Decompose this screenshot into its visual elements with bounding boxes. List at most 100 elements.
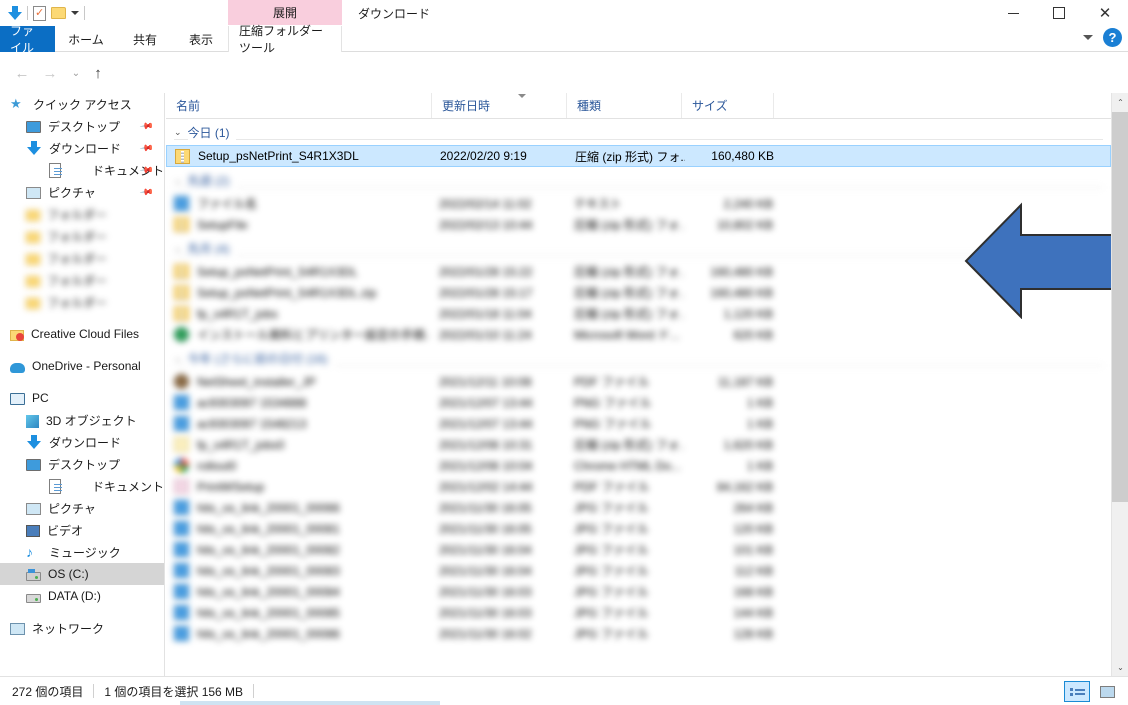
sidebar-item-7[interactable]: フォルダー — [0, 247, 164, 269]
new-folder-icon[interactable] — [51, 7, 66, 19]
minimize-button[interactable] — [990, 0, 1036, 26]
vertical-scrollbar[interactable]: ⌃ ⌄ — [1111, 93, 1128, 676]
table-row[interactable]: rollout0 2021/12/06 10:04 Chrome HTML Do..… — [166, 455, 1111, 476]
sidebar-item-label: 3D オブジェクト — [46, 413, 137, 428]
pin-icon[interactable]: 📌 — [139, 118, 154, 134]
chevron-down-icon[interactable]: ⌄ — [174, 175, 182, 186]
cell-date: 2021/11/30 16:04 — [439, 563, 532, 578]
cell-type: JPG ファイル — [574, 564, 649, 578]
sidebar-item-19[interactable]: ♪ ミュージック — [0, 541, 164, 563]
tab-file[interactable]: ファイル — [0, 24, 55, 55]
table-row[interactable]: hits_os_link_20001_00086 2021/11/30 16:02… — [166, 623, 1111, 644]
chevron-down-icon[interactable]: ⌄ — [174, 127, 182, 138]
tab-share[interactable]: 共有 — [120, 26, 170, 52]
tab-compressed-folder-tools[interactable]: 圧縮フォルダー ツール — [228, 24, 342, 55]
sidebar-item-15[interactable]: デスクトップ — [0, 453, 164, 475]
table-row[interactable]: PrintWSetup 2021/12/02 14:44 PDF ファイル 84,16… — [166, 476, 1111, 497]
sidebar-item-label: デスクトップ — [48, 119, 121, 134]
qat-divider-2 — [84, 6, 85, 20]
table-row[interactable]: hits_os_link_20001_00066 2021/11/30 16:05… — [166, 497, 1111, 518]
chevron-down-icon[interactable] — [1083, 35, 1093, 40]
forward-button[interactable]: → — [38, 61, 62, 85]
blue-icon — [174, 563, 189, 578]
table-row[interactable]: Setup_psNetPrint_S4R1X3DL 2022/02/20 9:19… — [166, 145, 1111, 167]
chevron-down-icon[interactable]: ⌄ — [174, 243, 182, 254]
table-row[interactable]: hits_os_link_20001_00084 2021/11/30 16:03… — [166, 581, 1111, 602]
table-row[interactable]: fp_s4R1T_jobs0 2021/12/06 10:31 圧縮 (zip 形式… — [166, 434, 1111, 455]
maximize-button[interactable] — [1036, 0, 1082, 26]
sidebar-item-12[interactable]: PC — [0, 387, 164, 409]
sidebar-item-13[interactable]: 3D オブジェクト — [0, 409, 164, 431]
column-header-type[interactable]: 種類 — [566, 93, 681, 118]
column-header-name[interactable]: 名前 — [166, 93, 431, 118]
navigation-pane[interactable]: ★ クイック アクセス デスクトップ 📌 ダウンロード 📌 ドキュメント 📌 ピクチャ 📌 フォルダ… — [0, 93, 165, 676]
sidebar-item-16[interactable]: ドキュメント — [0, 475, 164, 497]
file-list-pane: 名前 更新日時 種類 サイズ ⌄ 今日 (1) Setup_psNetPrint_S… — [166, 93, 1128, 676]
document-icon — [49, 162, 63, 178]
column-header-date[interactable]: 更新日時 — [431, 93, 566, 118]
sidebar-item-1[interactable]: デスクトップ 📌 — [0, 115, 164, 137]
tab-view[interactable]: 表示 — [176, 26, 226, 52]
download-icon[interactable] — [8, 5, 22, 21]
group-header[interactable]: ⌄ 今日 (1) — [166, 119, 1111, 145]
scroll-down-icon[interactable]: ⌄ — [1112, 658, 1128, 676]
sidebar-item-14[interactable]: ダウンロード — [0, 431, 164, 453]
file-name: Setup_psNetPrint_S4R1X3DL — [197, 264, 358, 279]
up-button[interactable]: ↑ — [86, 61, 110, 85]
cell-size: 160,480 KB — [711, 149, 774, 163]
sidebar-item-17[interactable]: ピクチャ — [0, 497, 164, 519]
cell-type: 圧縮 (zip 形式) フォ... — [574, 438, 684, 452]
sidebar-item-10[interactable]: Creative Cloud Files — [0, 323, 164, 345]
group-header[interactable]: ⌄ 先週 (2) — [166, 167, 1111, 193]
cell-date: 2022/01/28 15:22 — [439, 264, 533, 279]
details-view-button[interactable] — [1064, 681, 1090, 702]
table-row[interactable]: hits_os_link_20001_00085 2021/11/30 16:03… — [166, 602, 1111, 623]
sidebar-item-21[interactable]: DATA (D:) — [0, 585, 164, 607]
tab-home[interactable]: ホーム — [58, 26, 114, 52]
back-button[interactable]: ← — [10, 61, 34, 85]
recent-locations-button[interactable]: ⌄ — [64, 61, 88, 85]
green-icon — [174, 327, 189, 342]
table-row[interactable]: hits_os_link_20001_00083 2021/11/30 16:04… — [166, 560, 1111, 581]
sidebar-item-6[interactable]: フォルダー — [0, 225, 164, 247]
table-row[interactable]: ac9303097 1548213 2021/12/07 13:44 PNG ファイ… — [166, 413, 1111, 434]
table-row[interactable]: インストール資料とプリンター設定の手順.docx 2022/01/10 11:24… — [166, 324, 1111, 345]
desktop-icon — [26, 121, 41, 133]
cell-size: 144 KB — [733, 605, 773, 620]
sidebar-item-22[interactable]: ネットワーク — [0, 617, 164, 639]
scroll-up-icon[interactable]: ⌃ — [1112, 93, 1128, 111]
sidebar-item-0[interactable]: ★ クイック アクセス — [0, 93, 164, 115]
cell-name: hits_os_link_20001_00082 — [174, 542, 429, 557]
table-row[interactable]: NetSheet_installer_JP 2021/12/11 10:08 PDF… — [166, 371, 1111, 392]
customize-qat-chevron-icon[interactable] — [71, 11, 79, 15]
sidebar-item-8[interactable]: フォルダー — [0, 269, 164, 291]
sidebar-item-11[interactable]: OneDrive - Personal — [0, 355, 164, 377]
close-button[interactable]: ✕ — [1082, 0, 1128, 26]
group-header[interactable]: ⌄ 今年 (さらに前の日付 (16) — [166, 345, 1111, 371]
sidebar-item-4[interactable]: ピクチャ 📌 — [0, 181, 164, 203]
column-header-size[interactable]: サイズ — [681, 93, 773, 118]
sidebar-item-20[interactable]: OS (C:) — [0, 563, 164, 585]
table-row[interactable]: hits_os_link_20001_00081 2021/11/30 16:05… — [166, 518, 1111, 539]
file-name: SetupFile — [197, 217, 248, 232]
chevron-down-icon[interactable]: ⌄ — [174, 353, 182, 364]
table-row[interactable]: hits_os_link_20001_00082 2021/11/30 16:04… — [166, 539, 1111, 560]
large-icons-view-button[interactable] — [1094, 681, 1120, 702]
help-icon[interactable]: ? — [1103, 28, 1122, 47]
sidebar-item-9[interactable]: フォルダー — [0, 291, 164, 313]
cell-date: 2022/01/10 11:24 — [439, 327, 532, 342]
pin-icon[interactable]: 📌 — [139, 184, 154, 200]
pin-icon[interactable]: 📌 — [139, 140, 154, 156]
properties-icon[interactable] — [33, 5, 46, 21]
multi-icon — [174, 458, 189, 473]
scrollbar-thumb[interactable] — [1112, 112, 1128, 502]
cell-name: hits_os_link_20001_00084 — [174, 584, 429, 599]
zip-icon — [174, 306, 189, 321]
table-row[interactable]: ac9303097 1534888 2021/12/07 13:44 PNG ファイ… — [166, 392, 1111, 413]
sidebar-item-3[interactable]: ドキュメント 📌 — [0, 159, 164, 181]
cell-type: JPG ファイル — [574, 501, 649, 515]
sidebar-item-5[interactable]: フォルダー — [0, 203, 164, 225]
cell-name: インストール資料とプリンター設定の手順.docx — [174, 326, 429, 343]
sidebar-item-18[interactable]: ビデオ — [0, 519, 164, 541]
sidebar-item-2[interactable]: ダウンロード 📌 — [0, 137, 164, 159]
